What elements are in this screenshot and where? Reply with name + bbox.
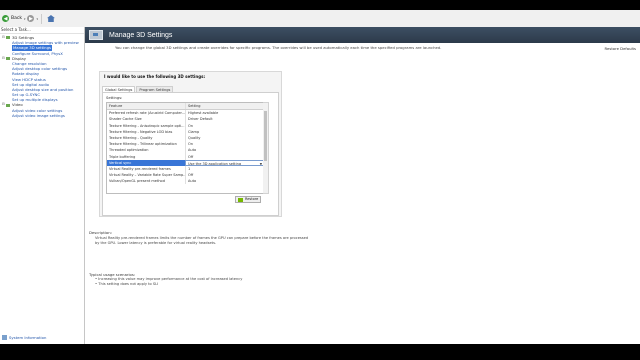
list-item: Increasing this value may improve perfor… [95, 277, 242, 282]
system-information-label: System Information [9, 335, 47, 340]
column-header-setting[interactable]: Setting [185, 103, 264, 110]
restore-defaults-link[interactable]: Restore Defaults [605, 46, 636, 51]
folder-icon [6, 36, 10, 40]
description-heading: Description: [89, 230, 112, 235]
list-item: This setting does not apply to SLI [95, 282, 242, 287]
setting-dropdown-value: Use the 3D application setting [188, 161, 242, 166]
folder-icon [6, 56, 10, 60]
forward-arrow-icon: ▶ [27, 15, 35, 22]
settings-panel: I would like to use the following 3D set… [99, 71, 282, 217]
page-title: Manage 3D Settings [109, 31, 173, 39]
system-information-link[interactable]: System Information [2, 335, 46, 340]
chevron-down-icon[interactable]: ▾ [24, 17, 26, 21]
back-button[interactable]: ◀ Back ▾ [2, 15, 25, 22]
description-row: You can change the global 3D settings an… [85, 43, 640, 51]
toolbar: ◀ Back ▾ ▶ ▾ [0, 10, 640, 28]
home-icon[interactable] [46, 15, 55, 22]
tab-body: Settings: Feature Setting Preferred refr… [102, 92, 279, 216]
nvidia-control-panel-window: ◀ Back ▾ ▶ ▾ Select a Task... ⊟ 3D Settin… [0, 10, 640, 344]
settings-grid: Feature Setting Preferred refresh rate (… [106, 102, 265, 194]
back-label: Back [11, 16, 22, 21]
settings-label: Settings: [106, 96, 123, 100]
toolbar-divider [40, 13, 42, 24]
usage-list: Increasing this value may improve perfor… [95, 277, 242, 286]
restore-button[interactable]: Restore [235, 196, 261, 203]
main-content: Manage 3D Settings You can change the gl… [85, 27, 640, 344]
nvidia-icon [238, 197, 243, 202]
tree-item-video-image[interactable]: Adjust video image settings [0, 113, 84, 118]
table-row[interactable]: Vulkan/OpenGL present method Auto [107, 178, 264, 185]
grid-scrollbar[interactable] [263, 102, 269, 194]
3d-settings-icon [89, 30, 103, 40]
feature-cell: Vulkan/OpenGL present method [109, 179, 165, 184]
page-banner: Manage 3D Settings [85, 27, 640, 43]
grid-header: Feature Setting [107, 103, 264, 111]
restore-button-label: Restore [245, 197, 259, 201]
back-arrow-icon: ◀ [2, 15, 9, 22]
chevron-down-icon[interactable]: ▾ [36, 17, 38, 21]
column-header-feature[interactable]: Feature [107, 103, 185, 109]
forward-button[interactable]: ▶ ▾ [27, 15, 38, 22]
scrollbar-thumb[interactable] [264, 111, 267, 161]
description-text: Virtual Reality pre-rendered frames limi… [95, 236, 309, 245]
panel-title: I would like to use the following 3D set… [104, 74, 206, 79]
task-tree: ⊟ 3D Settings Adjust image settings with … [0, 34, 84, 118]
system-info-icon [2, 335, 7, 340]
task-pane-header: Select a Task... [0, 27, 84, 34]
page-description: You can change the global 3D settings an… [115, 45, 442, 50]
setting-cell: Auto [185, 178, 264, 185]
folder-icon [6, 103, 10, 107]
task-pane: Select a Task... ⊟ 3D Settings Adjust ima… [0, 27, 85, 344]
